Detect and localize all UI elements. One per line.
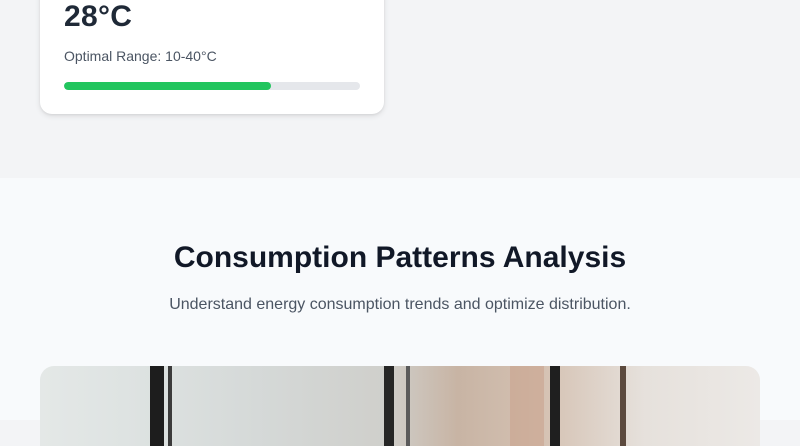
consumption-photo <box>40 366 760 446</box>
photo-window-frame <box>620 366 626 446</box>
consumption-analysis-section: Consumption Patterns Analysis Understand… <box>0 178 800 446</box>
temperature-value: 28°C <box>64 0 133 33</box>
temperature-progress-fill <box>64 82 272 90</box>
section-subtitle: Understand energy consumption trends and… <box>169 296 631 313</box>
temperature-progress-bar <box>64 82 360 90</box>
temperature-card: 28°C Optimal Range: 10-40°C <box>40 0 384 114</box>
metrics-section: 28°C Optimal Range: 10-40°C <box>0 0 800 178</box>
photo-window-frame <box>384 366 394 446</box>
photo-brick-wall <box>510 366 544 446</box>
photo-window-frame <box>406 366 410 446</box>
section-title: Consumption Patterns Analysis <box>173 241 627 274</box>
photo-window-frame <box>150 366 164 446</box>
photo-window-frame <box>550 366 560 446</box>
photo-window-frame <box>168 366 172 446</box>
optimal-range-label: Optimal Range: 10-40°C <box>64 48 217 64</box>
